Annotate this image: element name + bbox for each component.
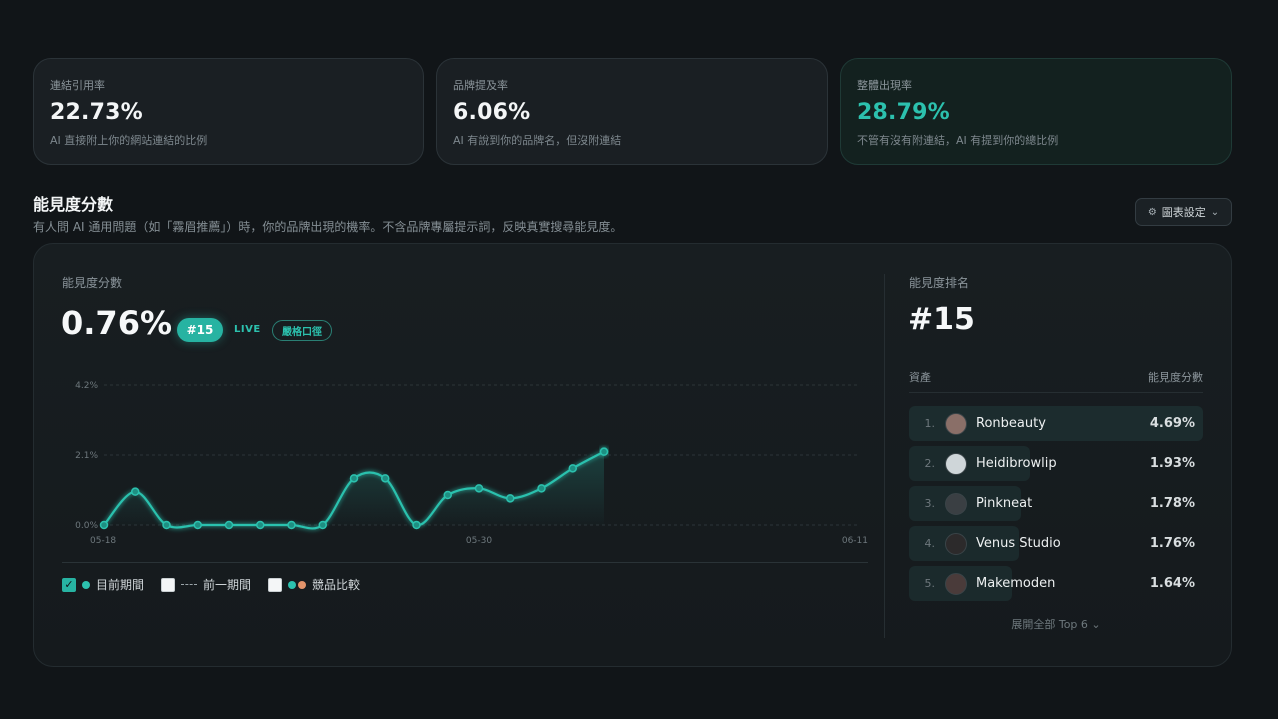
data-point[interactable] [349, 474, 359, 483]
data-point[interactable] [131, 487, 140, 496]
visibility-panel: 能見度分數 0.76% #15 LIVE 嚴格口徑 4.2% 2.1% 0.0% 05… [33, 243, 1232, 667]
brand-avatar-icon [945, 492, 967, 515]
y-tick-label: 4.2% [75, 381, 98, 391]
ranking-row[interactable]: 2. Heidibrowlip 1.93% [909, 446, 1203, 481]
ranking-score: 4.69% [1149, 416, 1195, 431]
live-indicator: LIVE [234, 324, 261, 335]
data-point[interactable] [381, 474, 390, 483]
ranking-score: 1.76% [1149, 536, 1195, 551]
legend-previous-period[interactable]: 前一期間 [161, 576, 251, 593]
rank-badge: #15 [177, 318, 223, 342]
ranking-list: 1. Ronbeauty 4.69% 2. Heidibrowlip 1.93% 3. Pin… [909, 406, 1203, 606]
ranking-value: #15 [908, 302, 975, 337]
ranking-row[interactable]: 3. Pinkneat 1.78% [909, 486, 1203, 521]
orange-dot-icon [298, 580, 307, 589]
checkbox-previous-period[interactable] [161, 577, 176, 592]
ranking-rank: 1. [924, 417, 936, 430]
ranking-table-header: 資產 能見度分數 [909, 369, 1203, 385]
data-point[interactable] [599, 447, 609, 456]
brand-avatar-icon [945, 452, 967, 475]
data-point[interactable] [224, 520, 234, 530]
ranking-label: 能見度排名 [909, 276, 970, 290]
ranking-brand-name: Pinkneat [976, 496, 1033, 511]
metric-description: AI 直接附上你的網站連結的比例 [50, 134, 208, 147]
ranking-brand-name: Venus Studio [976, 536, 1061, 551]
ranking-row[interactable]: 4. Venus Studio 1.76% [909, 526, 1203, 561]
section-title: 能見度分數 [33, 195, 114, 214]
chart-legend: ✓ 目前期間 前一期間 競品比較 [62, 576, 377, 593]
metric-value: 28.79% [857, 100, 950, 125]
data-point[interactable] [99, 520, 109, 530]
ranking-rank: 3. [924, 497, 936, 510]
col-asset: 資產 [909, 371, 931, 384]
col-score: 能見度分數 [1148, 371, 1203, 384]
ranking-brand-name: Makemoden [976, 576, 1056, 591]
ranking-row[interactable]: 5. Makemoden 1.64% [909, 566, 1203, 601]
data-point[interactable] [318, 520, 327, 530]
ranking-brand-name: Ronbeauty [976, 416, 1046, 431]
metric-value: 22.73% [50, 100, 143, 125]
ranking-row[interactable]: 1. Ronbeauty 4.69% [909, 406, 1203, 441]
metric-label: 品牌提及率 [453, 79, 508, 92]
ranking-score: 1.93% [1149, 456, 1195, 471]
x-tick-label: 05-30 [466, 536, 492, 546]
legend-label: 目前期間 [96, 578, 145, 592]
metric-card-brand-mention: 品牌提及率 6.06% AI 有說到你的品牌名，但沒附連結 [436, 58, 828, 165]
metric-label: 整體出現率 [857, 79, 912, 92]
metric-value: 6.06% [453, 100, 531, 125]
data-point[interactable] [568, 464, 577, 473]
ranking-rank: 5. [924, 577, 936, 590]
score-value: 0.76% [61, 304, 173, 342]
metric-description: AI 有說到你的品牌名，但沒附連結 [453, 134, 622, 147]
metric-label: 連結引用率 [50, 79, 105, 92]
y-tick-label: 0.0% [75, 521, 98, 531]
data-point[interactable] [162, 520, 171, 530]
ranking-score: 1.64% [1149, 576, 1195, 591]
current-dot-icon [82, 580, 90, 589]
data-point[interactable] [412, 520, 421, 530]
legend-label: 競品比較 [312, 578, 361, 592]
x-tick-label: 06-11 [842, 536, 868, 546]
dashed-line-icon [181, 584, 198, 585]
ranking-header-divider [909, 392, 1203, 393]
data-point[interactable] [193, 520, 202, 530]
data-point[interactable] [474, 484, 484, 493]
score-label: 能見度分數 [62, 276, 123, 290]
visibility-line-chart: 4.2% 2.1% 0.0% 05-18 05-30 06-11 [75, 381, 868, 546]
data-point[interactable] [443, 490, 452, 500]
legend-competitor-compare[interactable]: 競品比較 [268, 576, 360, 593]
data-point[interactable] [537, 484, 546, 493]
ranking-rank: 4. [924, 537, 936, 550]
brand-avatar-icon [945, 572, 967, 595]
checkbox-competitor-compare[interactable] [268, 577, 283, 592]
series-area [104, 451, 604, 529]
chart-divider [62, 562, 868, 563]
panel-divider [884, 274, 885, 638]
legend-current-period[interactable]: ✓ 目前期間 [62, 576, 144, 593]
metric-card-link-citation: 連結引用率 22.73% AI 直接附上你的網站連結的比例 [33, 58, 424, 165]
brand-avatar-icon [945, 412, 967, 435]
ranking-score: 1.78% [1149, 496, 1195, 511]
data-point[interactable] [287, 520, 296, 530]
brand-avatar-icon [945, 532, 967, 555]
teal-dot-icon [288, 580, 297, 589]
strict-mode-badge: 嚴格口徑 [272, 320, 332, 341]
data-point[interactable] [506, 494, 515, 503]
chart-settings-button[interactable]: ⚙ 圖表設定 ⌄ [1135, 198, 1232, 226]
metric-card-overall-presence: 整體出現率 28.79% 不管有沒有附連結，AI 有提到你的總比例 [840, 58, 1232, 165]
chart-settings-label: 圖表設定 [1161, 206, 1206, 219]
sliders-icon: ⚙ [1147, 206, 1157, 218]
ranking-rank: 2. [924, 457, 936, 470]
ranking-brand-name: Heidibrowlip [976, 456, 1057, 471]
y-tick-label: 2.1% [75, 451, 98, 461]
checkbox-current-period[interactable]: ✓ [62, 577, 76, 592]
x-tick-label: 05-18 [90, 536, 116, 546]
legend-label: 前一期間 [203, 578, 252, 592]
metric-description: 不管有沒有附連結，AI 有提到你的總比例 [857, 134, 1059, 147]
section-subtitle: 有人問 AI 通用問題（如「霧眉推薦」）時，你的品牌出現的機率。不含品牌專屬提示… [33, 220, 623, 234]
chevron-down-icon: ⌄ [1210, 206, 1220, 218]
expand-all-button[interactable]: 展開全部 Top 6 ⌄ [909, 616, 1203, 632]
data-point[interactable] [256, 520, 265, 530]
